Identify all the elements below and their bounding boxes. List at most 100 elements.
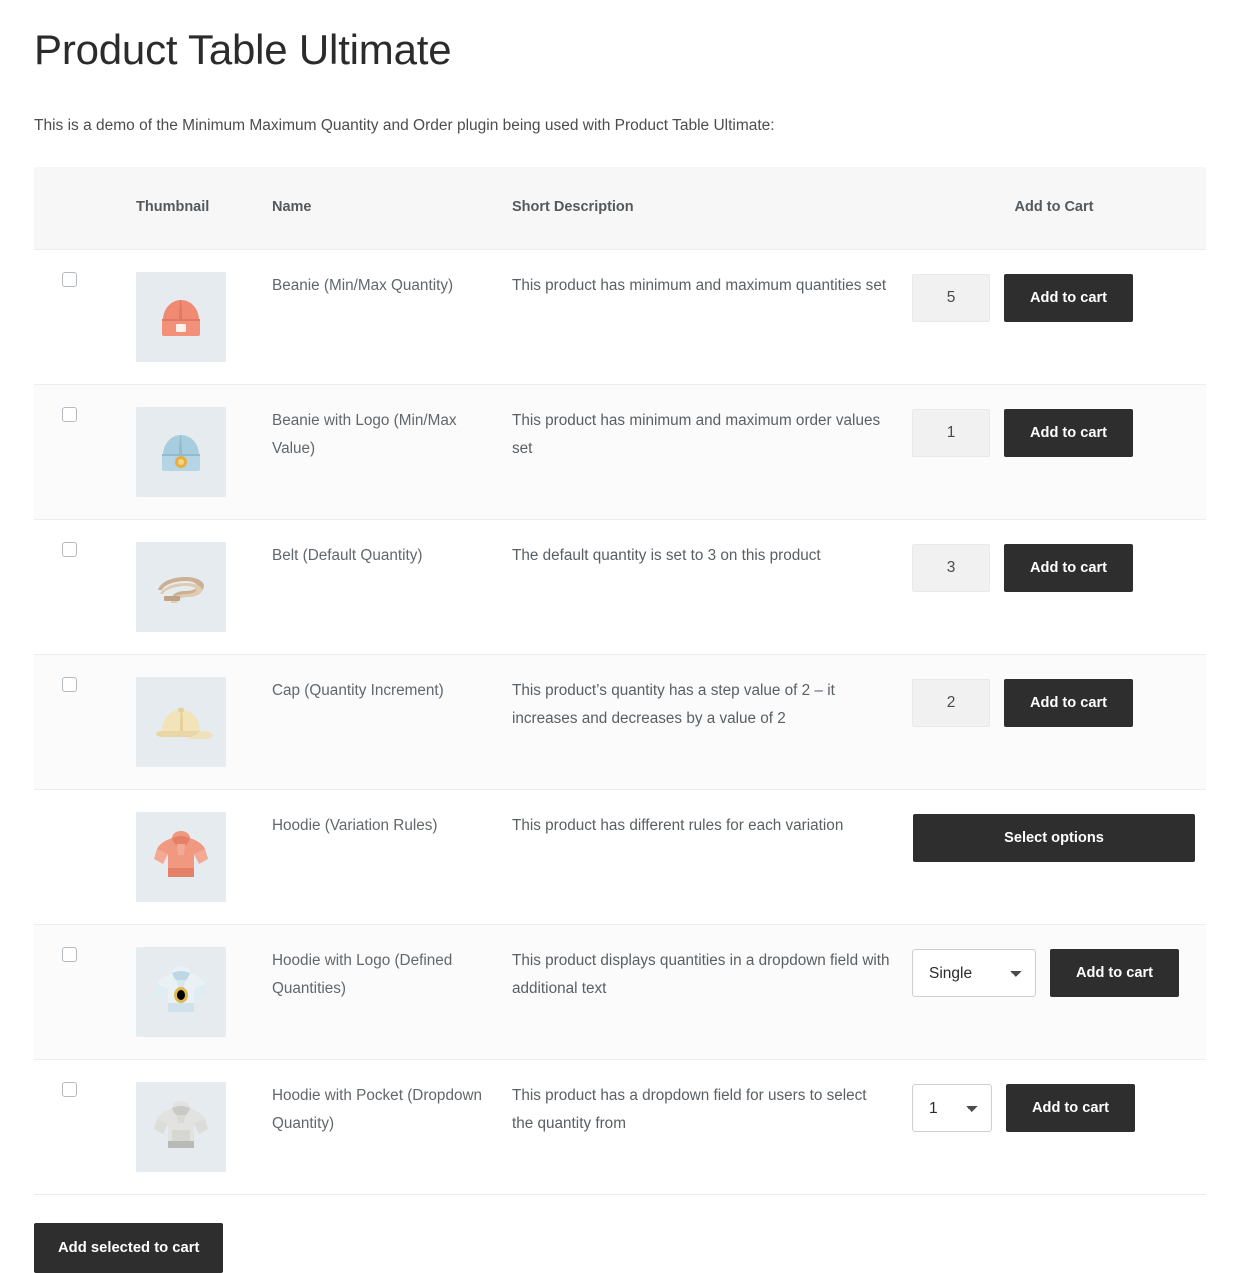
product-thumbnail-cell [126, 655, 262, 790]
add-to-cart-cell: Select options [902, 790, 1206, 925]
quantity-dropdown[interactable]: Single [912, 949, 1036, 997]
hoodie-salmon-thumbnail[interactable] [136, 812, 226, 902]
product-thumbnail-cell [126, 385, 262, 520]
column-header-thumbnail: Thumbnail [126, 167, 262, 250]
product-description-text: This product has minimum and maximum ord… [512, 412, 880, 457]
row-select-cell [34, 385, 126, 520]
row-select-cell [34, 655, 126, 790]
add-to-cart-button[interactable]: Add to cart [1050, 949, 1179, 997]
quantity-input[interactable] [912, 409, 990, 457]
page-intro-text: This is a demo of the Minimum Maximum Qu… [34, 114, 1217, 139]
row-select-cell [34, 790, 126, 925]
table-body: Beanie (Min/Max Quantity) This product ha… [34, 250, 1206, 1195]
add-to-cart-controls: Add to cart [912, 677, 1196, 727]
column-header-add-to-cart: Add to Cart [902, 167, 1206, 250]
product-thumbnail-cell [126, 1060, 262, 1195]
product-description-text: This product displays quantities in a dr… [512, 952, 890, 997]
product-name-link[interactable]: Belt (Default Quantity) [272, 547, 422, 564]
product-thumbnail-cell [126, 790, 262, 925]
column-header-name: Name [262, 167, 502, 250]
column-header-select [34, 167, 126, 250]
product-description-text: The default quantity is set to 3 on this… [512, 547, 821, 564]
beanie-blue-logo-thumbnail[interactable] [136, 407, 226, 497]
row-select-cell [34, 250, 126, 385]
hoodie-gray-thumbnail[interactable] [136, 1082, 226, 1172]
cap-cream-thumbnail[interactable] [136, 677, 226, 767]
add-to-cart-cell: 1 Add to cart [902, 1060, 1206, 1195]
product-name-cell: Beanie with Logo (Min/Max Value) [262, 385, 502, 520]
quantity-input[interactable] [912, 679, 990, 727]
product-table-wrapper: Thumbnail Name Short Description Add to … [34, 167, 1206, 1195]
add-to-cart-button[interactable]: Add to cart [1004, 544, 1133, 592]
product-name-cell: Belt (Default Quantity) [262, 520, 502, 655]
add-to-cart-cell: Add to cart [902, 655, 1206, 790]
add-to-cart-controls: Single Add to cart [912, 947, 1196, 997]
product-table: Thumbnail Name Short Description Add to … [34, 167, 1206, 1195]
row-select-cell [34, 1060, 126, 1195]
product-description-cell: This product has different rules for eac… [502, 790, 902, 925]
hoodie-blue-logo-thumbnail[interactable] [136, 947, 226, 1037]
product-thumbnail-cell [126, 520, 262, 655]
add-to-cart-button[interactable]: Add to cart [1004, 274, 1133, 322]
page-container: Product Table Ultimate This is a demo of… [0, 26, 1251, 1273]
product-thumbnail-cell [126, 925, 262, 1060]
product-description-cell: This product’s quantity has a step value… [502, 655, 902, 790]
row-select-checkbox[interactable] [62, 272, 77, 287]
add-to-cart-cell: Add to cart [902, 385, 1206, 520]
row-select-checkbox[interactable] [62, 1082, 77, 1097]
product-thumbnail-cell [126, 250, 262, 385]
select-options-button[interactable]: Select options [913, 814, 1195, 862]
row-select-checkbox[interactable] [62, 542, 77, 557]
table-row: Beanie with Logo (Min/Max Value) This pro… [34, 385, 1206, 520]
product-name-link[interactable]: Hoodie with Logo (Defined Quantities) [272, 952, 452, 997]
add-to-cart-cell: Add to cart [902, 250, 1206, 385]
beanie-salmon-thumbnail[interactable] [136, 272, 226, 362]
product-name-link[interactable]: Cap (Quantity Increment) [272, 682, 444, 699]
product-name-link[interactable]: Hoodie with Pocket (Dropdown Quantity) [272, 1087, 482, 1132]
add-to-cart-button[interactable]: Add to cart [1004, 679, 1133, 727]
quantity-input[interactable] [912, 544, 990, 592]
table-head: Thumbnail Name Short Description Add to … [34, 167, 1206, 250]
table-row: Beanie (Min/Max Quantity) This product ha… [34, 250, 1206, 385]
product-name-link[interactable]: Beanie (Min/Max Quantity) [272, 277, 453, 294]
add-to-cart-button[interactable]: Add to cart [1006, 1084, 1135, 1132]
belt-tan-thumbnail[interactable] [136, 542, 226, 632]
row-select-checkbox[interactable] [62, 407, 77, 422]
add-to-cart-controls: Add to cart [912, 272, 1196, 322]
product-description-cell: This product has a dropdown field for us… [502, 1060, 902, 1195]
page-title: Product Table Ultimate [34, 26, 1217, 74]
add-to-cart-controls: Add to cart [912, 407, 1196, 457]
add-to-cart-cell: Add to cart [902, 520, 1206, 655]
quantity-input[interactable] [912, 274, 990, 322]
add-to-cart-cell: Single Add to cart [902, 925, 1206, 1060]
product-description-text: This product’s quantity has a step value… [512, 682, 835, 727]
add-to-cart-button[interactable]: Add to cart [1004, 409, 1133, 457]
row-select-checkbox[interactable] [62, 947, 77, 962]
table-row: Hoodie (Variation Rules) This product has… [34, 790, 1206, 925]
quantity-dropdown[interactable]: 1 [912, 1084, 992, 1132]
product-name-cell: Hoodie with Logo (Defined Quantities) [262, 925, 502, 1060]
table-row: Hoodie with Pocket (Dropdown Quantity) Th… [34, 1060, 1206, 1195]
row-select-checkbox[interactable] [62, 677, 77, 692]
product-description-cell: This product displays quantities in a dr… [502, 925, 902, 1060]
product-name-cell: Hoodie with Pocket (Dropdown Quantity) [262, 1060, 502, 1195]
product-description-cell: This product has minimum and maximum ord… [502, 385, 902, 520]
product-name-cell: Beanie (Min/Max Quantity) [262, 250, 502, 385]
product-name-link[interactable]: Beanie with Logo (Min/Max Value) [272, 412, 457, 457]
product-description-cell: The default quantity is set to 3 on this… [502, 520, 902, 655]
table-header-row: Thumbnail Name Short Description Add to … [34, 167, 1206, 250]
product-name-cell: Hoodie (Variation Rules) [262, 790, 502, 925]
product-name-cell: Cap (Quantity Increment) [262, 655, 502, 790]
product-name-link[interactable]: Hoodie (Variation Rules) [272, 817, 438, 834]
table-row: Belt (Default Quantity) The default quant… [34, 520, 1206, 655]
column-header-short-description: Short Description [502, 167, 902, 250]
add-to-cart-controls: 1 Add to cart [912, 1082, 1196, 1132]
product-description-text: This product has a dropdown field for us… [512, 1087, 867, 1132]
product-description-text: This product has minimum and maximum qua… [512, 277, 886, 294]
product-description-text: This product has different rules for eac… [512, 817, 843, 834]
row-select-cell [34, 925, 126, 1060]
add-selected-to-cart-button[interactable]: Add selected to cart [34, 1223, 223, 1273]
row-select-cell [34, 520, 126, 655]
add-to-cart-controls: Add to cart [912, 542, 1196, 592]
table-row: Hoodie with Logo (Defined Quantities) Thi… [34, 925, 1206, 1060]
